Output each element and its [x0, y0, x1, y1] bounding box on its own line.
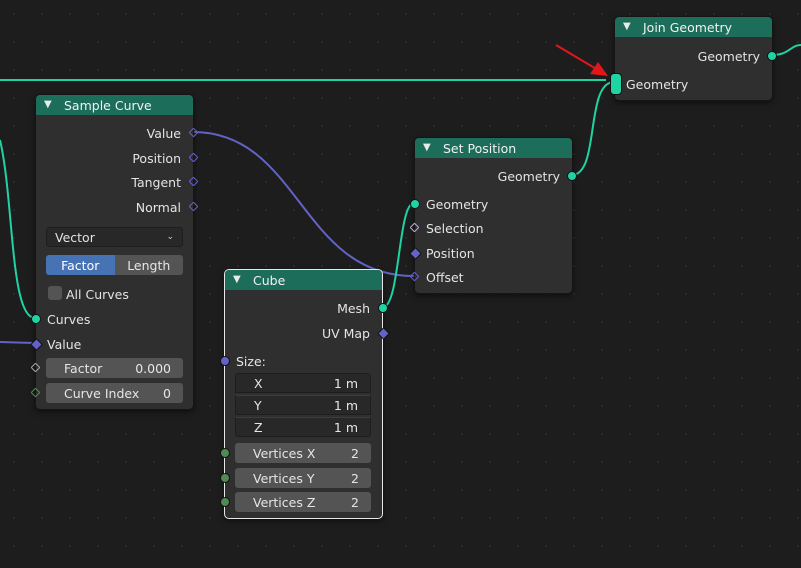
socket-label: Mesh	[337, 300, 370, 316]
field-label: Vertices Z	[253, 494, 316, 510]
link-value-to-offset	[192, 131, 415, 277]
size-input-socket[interactable]	[220, 356, 230, 366]
input-curves: Curves	[47, 309, 90, 329]
socket-label: Geometry	[497, 168, 560, 184]
dropdown-chevron-icon: ⌄	[166, 232, 174, 242]
socket-label: Geometry	[626, 76, 689, 92]
input-geometry: Geometry	[626, 74, 688, 94]
curve-index-field[interactable]: Curve Index 0	[46, 383, 183, 403]
chevron-down-icon[interactable]: ▼	[423, 142, 437, 153]
size-label: Size:	[236, 351, 266, 371]
field-value: 0.000	[135, 360, 171, 376]
chevron-down-icon[interactable]: ▼	[44, 99, 58, 110]
input-geometry: Geometry	[426, 194, 488, 214]
node-join-geometry[interactable]: ▼ Join Geometry Geometry Geometry	[610, 16, 777, 101]
socket-label: Normal	[135, 199, 181, 215]
size-z-field[interactable]: Z 1 m	[235, 417, 371, 437]
vertices-x-input-socket[interactable]	[220, 448, 230, 458]
data-type-dropdown[interactable]: Vector ⌄	[46, 227, 183, 247]
output-position: Position	[132, 148, 181, 168]
socket-label: Curves	[47, 311, 91, 327]
vertices-x-field[interactable]: Vertices X 2	[235, 443, 371, 463]
mesh-output-socket[interactable]	[378, 303, 388, 313]
mode-length-button[interactable]: Length	[114, 255, 183, 275]
output-normal: Normal	[136, 197, 181, 217]
node-cube[interactable]: ▼ Cube Mesh UV Map Size: X 1 m Y 1 m Z 1…	[220, 269, 390, 519]
all-curves-checkbox[interactable]	[48, 286, 62, 300]
input-selection: Selection	[426, 218, 484, 238]
link-into-curves	[0, 139, 36, 319]
vertices-z-field[interactable]: Vertices Z 2	[235, 492, 371, 512]
field-label: Vertices X	[253, 445, 316, 461]
annotation-arrow-icon	[555, 44, 608, 76]
geometry-input-multi-socket[interactable]	[610, 73, 622, 95]
size-x-field[interactable]: X 1 m	[235, 373, 371, 393]
node-header[interactable]: ▼ Join Geometry	[615, 17, 772, 37]
geometry-output-socket[interactable]	[767, 51, 777, 61]
link-setpos-to-join	[571, 81, 615, 176]
input-offset: Offset	[426, 267, 464, 287]
output-value: Value	[147, 123, 181, 143]
node-sample-curve[interactable]: ▼ Sample Curve Value Position Tangent No…	[30, 94, 199, 410]
field-value: 2	[351, 494, 359, 510]
node-title: Join Geometry	[643, 19, 733, 35]
socket-label: Tangent	[131, 174, 181, 190]
node-title: Sample Curve	[64, 97, 152, 113]
socket-label: UV Map	[321, 325, 370, 341]
chevron-down-icon[interactable]: ▼	[233, 274, 247, 285]
socket-label: Value	[146, 125, 181, 141]
dropdown-value: Vector	[55, 229, 95, 245]
field-value: 2	[351, 470, 359, 486]
all-curves-label: All Curves	[66, 284, 129, 304]
field-label: Vertices Y	[253, 470, 315, 486]
geometry-input-socket[interactable]	[410, 199, 420, 209]
link-into-value	[0, 341, 35, 344]
link-mesh-to-geometry	[382, 202, 415, 308]
output-geometry: Geometry	[698, 46, 760, 66]
socket-label: Value	[47, 336, 82, 352]
field-label: X	[254, 375, 263, 391]
socket-label: Offset	[426, 269, 464, 285]
mode-toggle[interactable]: Factor Length	[46, 255, 183, 275]
socket-label: Selection	[426, 220, 484, 236]
input-position: Position	[426, 243, 475, 263]
curves-input-socket[interactable]	[31, 314, 41, 324]
socket-label: Geometry	[426, 196, 489, 212]
node-title: Set Position	[443, 140, 517, 156]
node-set-position[interactable]: ▼ Set Position Geometry Geometry Selecti…	[409, 137, 577, 294]
node-title: Cube	[253, 272, 286, 288]
size-y-field[interactable]: Y 1 m	[235, 395, 371, 415]
input-label: Size:	[236, 353, 266, 369]
factor-field[interactable]: Factor 0.000	[46, 358, 183, 378]
socket-label: Geometry	[697, 48, 760, 64]
field-label: Z	[254, 419, 263, 435]
node-header[interactable]: ▼ Set Position	[415, 138, 572, 158]
field-value: 2	[351, 445, 359, 461]
output-geometry: Geometry	[498, 166, 560, 186]
vertices-y-field[interactable]: Vertices Y 2	[235, 468, 371, 488]
node-header[interactable]: ▼ Cube	[225, 270, 382, 290]
output-uv-map: UV Map	[322, 323, 370, 343]
node-header[interactable]: ▼ Sample Curve	[36, 95, 193, 115]
chevron-down-icon[interactable]: ▼	[623, 21, 637, 32]
field-label: Y	[254, 397, 262, 413]
mode-factor-button[interactable]: Factor	[46, 255, 115, 275]
checkbox-label: All Curves	[66, 286, 129, 302]
output-tangent: Tangent	[131, 172, 181, 192]
vertices-z-input-socket[interactable]	[220, 497, 230, 507]
input-value: Value	[47, 334, 81, 354]
geometry-output-socket[interactable]	[567, 171, 577, 181]
field-value: 1 m	[333, 397, 358, 413]
socket-label: Position	[132, 150, 181, 166]
output-mesh: Mesh	[337, 298, 370, 318]
field-value: 1 m	[333, 375, 358, 391]
socket-label: Position	[426, 245, 475, 261]
field-label: Curve Index	[64, 385, 140, 401]
field-value: 0	[163, 385, 171, 401]
field-value: 1 m	[333, 419, 358, 435]
vertices-y-input-socket[interactable]	[220, 473, 230, 483]
field-label: Factor	[64, 360, 103, 376]
